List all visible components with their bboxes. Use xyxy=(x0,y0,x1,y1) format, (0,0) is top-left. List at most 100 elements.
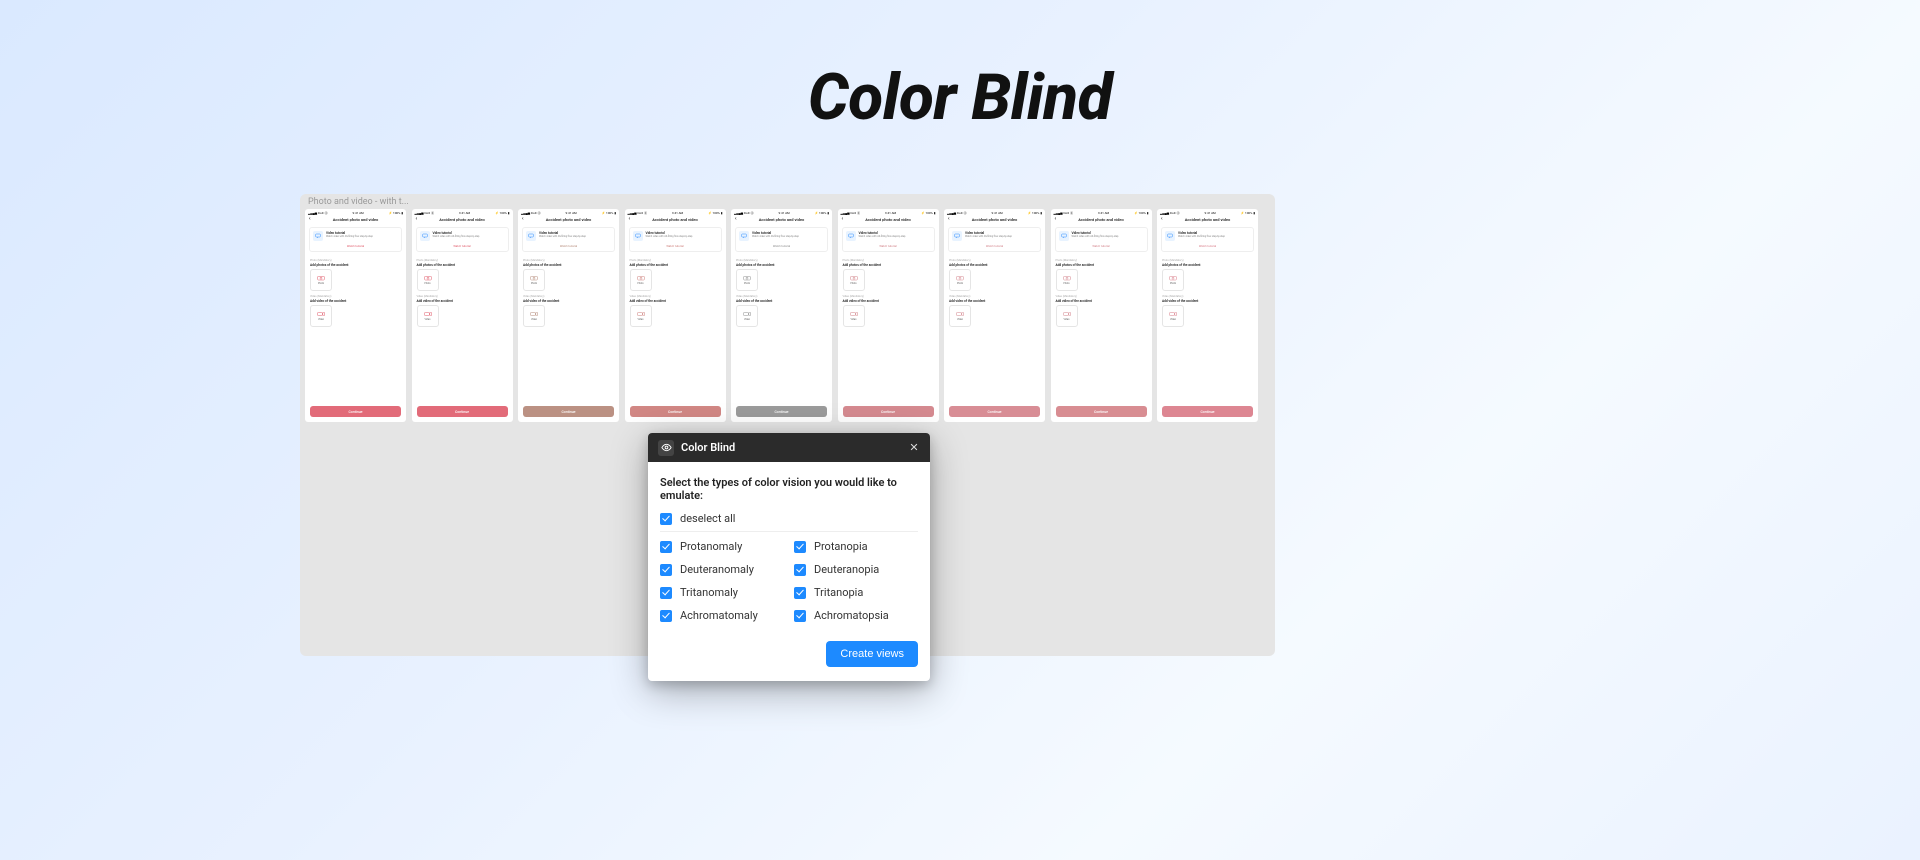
photo-upload-label: Photo xyxy=(1170,282,1176,285)
video-uploader[interactable]: Video xyxy=(736,305,758,327)
phone-frame[interactable]: ▂▃▄▅ DoX ⦿ 9:41 AM ⚡ 100% ▮ ‹ Accident p… xyxy=(1157,209,1258,422)
phone-frame[interactable]: ▂▃▄▅ DoX ⦿ 9:41 AM ⚡ 100% ▮ ‹ Accident p… xyxy=(412,209,513,422)
video-section-label: Video (Mandatory) xyxy=(1056,295,1147,298)
photo-uploader[interactable]: Photo xyxy=(949,269,971,291)
option-achromatopsia[interactable]: Achromatopsia xyxy=(794,609,918,622)
photo-uploader[interactable]: Photo xyxy=(630,269,652,291)
camera-icon xyxy=(424,275,432,281)
photo-section-label: Photo (Mandatory) xyxy=(630,259,721,262)
option-checkbox[interactable] xyxy=(794,587,806,599)
watch-tutorial-link[interactable]: Watch tutorial xyxy=(313,244,398,248)
option-achromatomaly[interactable]: Achromatomaly xyxy=(660,609,784,622)
watch-tutorial-link[interactable]: Watch tutorial xyxy=(952,244,1037,248)
back-icon[interactable]: ‹ xyxy=(309,217,311,222)
watch-tutorial-link[interactable]: Watch tutorial xyxy=(846,244,931,248)
phone-frame[interactable]: ▂▃▄▅ DoX ⦿ 9:41 AM ⚡ 100% ▮ ‹ Accident p… xyxy=(305,209,406,422)
video-uploader[interactable]: Video xyxy=(630,305,652,327)
video-icon xyxy=(956,311,964,317)
watch-tutorial-link[interactable]: Watch tutorial xyxy=(739,244,824,248)
photo-uploader[interactable]: Photo xyxy=(1162,269,1184,291)
option-checkbox[interactable] xyxy=(660,610,672,622)
options-grid: Protanomaly Protanopia Deuteranomaly Deuter… xyxy=(660,540,918,627)
photo-uploader[interactable]: Photo xyxy=(1056,269,1078,291)
back-icon[interactable]: ‹ xyxy=(1161,217,1163,222)
continue-button[interactable]: Continue xyxy=(523,406,614,417)
option-checkbox[interactable] xyxy=(794,564,806,576)
deselect-all-checkbox[interactable] xyxy=(660,513,672,525)
option-checkbox[interactable] xyxy=(660,587,672,599)
photo-uploader[interactable]: Photo xyxy=(310,269,332,291)
tutorial-desc: Watch video with AS-filling flow step-by… xyxy=(1072,236,1119,239)
screen-title: Accident photo and video xyxy=(1078,217,1124,222)
continue-button[interactable]: Continue xyxy=(417,406,508,417)
video-uploader[interactable]: Video xyxy=(949,305,971,327)
option-protanomaly[interactable]: Protanomaly xyxy=(660,540,784,553)
video-section-label: Video (Mandatory) xyxy=(417,295,508,298)
video-section-title: Add video of the accident xyxy=(1162,299,1253,303)
deselect-all-option[interactable]: deselect all xyxy=(660,512,918,525)
photo-uploader[interactable]: Photo xyxy=(843,269,865,291)
phone-frame[interactable]: ▂▃▄▅ DoX ⦿ 9:41 AM ⚡ 100% ▮ ‹ Accident p… xyxy=(944,209,1045,422)
option-tritanomaly[interactable]: Tritanomaly xyxy=(660,586,784,599)
photo-upload-label: Photo xyxy=(318,282,324,285)
create-views-button[interactable]: Create views xyxy=(826,641,918,667)
continue-button[interactable]: Continue xyxy=(1162,406,1253,417)
video-uploader[interactable]: Video xyxy=(310,305,332,327)
continue-button[interactable]: Continue xyxy=(736,406,827,417)
video-section-label: Video (Mandatory) xyxy=(523,295,614,298)
close-button[interactable] xyxy=(906,439,922,455)
photo-uploader[interactable]: Photo xyxy=(417,269,439,291)
photo-uploader[interactable]: Photo xyxy=(736,269,758,291)
continue-button[interactable]: Continue xyxy=(310,406,401,417)
frame-label: Photo and video - with t... xyxy=(308,197,1275,207)
photo-section-title: Add photos of the accident xyxy=(843,263,934,267)
back-icon[interactable]: ‹ xyxy=(948,217,950,222)
video-uploader[interactable]: Video xyxy=(417,305,439,327)
back-icon[interactable]: ‹ xyxy=(1055,217,1057,222)
back-icon[interactable]: ‹ xyxy=(522,217,524,222)
video-uploader[interactable]: Video xyxy=(523,305,545,327)
video-uploader[interactable]: Video xyxy=(1056,305,1078,327)
watch-tutorial-link[interactable]: Watch tutorial xyxy=(526,244,611,248)
photo-section-label: Photo (Mandatory) xyxy=(949,259,1040,262)
option-checkbox[interactable] xyxy=(660,564,672,576)
option-checkbox[interactable] xyxy=(660,541,672,553)
back-icon[interactable]: ‹ xyxy=(735,217,737,222)
video-section-label: Video (Mandatory) xyxy=(736,295,827,298)
continue-button[interactable]: Continue xyxy=(949,406,1040,417)
video-section-title: Add video of the accident xyxy=(417,299,508,303)
chat-icon xyxy=(952,231,962,241)
phone-frame[interactable]: ▂▃▄▅ DoX ⦿ 9:41 AM ⚡ 100% ▮ ‹ Accident p… xyxy=(518,209,619,422)
back-icon[interactable]: ‹ xyxy=(842,217,844,222)
camera-icon xyxy=(956,275,964,281)
video-uploader[interactable]: Video xyxy=(843,305,865,327)
video-upload-label: Video xyxy=(424,318,430,321)
watch-tutorial-link[interactable]: Watch tutorial xyxy=(633,244,718,248)
photo-uploader[interactable]: Photo xyxy=(523,269,545,291)
phone-frame[interactable]: ▂▃▄▅ DoX ⦿ 9:41 AM ⚡ 100% ▮ ‹ Accident p… xyxy=(731,209,832,422)
watch-tutorial-link[interactable]: Watch tutorial xyxy=(1059,244,1144,248)
back-icon[interactable]: ‹ xyxy=(416,217,418,222)
continue-button[interactable]: Continue xyxy=(843,406,934,417)
phone-frame[interactable]: ▂▃▄▅ DoX ⦿ 9:41 AM ⚡ 100% ▮ ‹ Accident p… xyxy=(838,209,939,422)
video-section-label: Video (Mandatory) xyxy=(843,295,934,298)
option-checkbox[interactable] xyxy=(794,610,806,622)
option-checkbox[interactable] xyxy=(794,541,806,553)
watch-tutorial-link[interactable]: Watch tutorial xyxy=(1165,244,1250,248)
continue-button[interactable]: Continue xyxy=(630,406,721,417)
option-deuteranomaly[interactable]: Deuteranomaly xyxy=(660,563,784,576)
tutorial-desc: Watch video with AS-filling flow step-by… xyxy=(326,236,373,239)
option-protanopia[interactable]: Protanopia xyxy=(794,540,918,553)
photo-upload-label: Photo xyxy=(850,282,856,285)
back-icon[interactable]: ‹ xyxy=(629,217,631,222)
watch-tutorial-link[interactable]: Watch tutorial xyxy=(420,244,505,248)
continue-button[interactable]: Continue xyxy=(1056,406,1147,417)
modal-instruction: Select the types of color vision you wou… xyxy=(660,476,918,502)
chat-icon xyxy=(1165,231,1175,241)
video-uploader[interactable]: Video xyxy=(1162,305,1184,327)
photo-section-label: Photo (Mandatory) xyxy=(1162,259,1253,262)
option-deuteranopia[interactable]: Deuteranopia xyxy=(794,563,918,576)
phone-frame[interactable]: ▂▃▄▅ DoX ⦿ 9:41 AM ⚡ 100% ▮ ‹ Accident p… xyxy=(625,209,726,422)
option-tritanopia[interactable]: Tritanopia xyxy=(794,586,918,599)
phone-frame[interactable]: ▂▃▄▅ DoX ⦿ 9:41 AM ⚡ 100% ▮ ‹ Accident p… xyxy=(1051,209,1152,422)
